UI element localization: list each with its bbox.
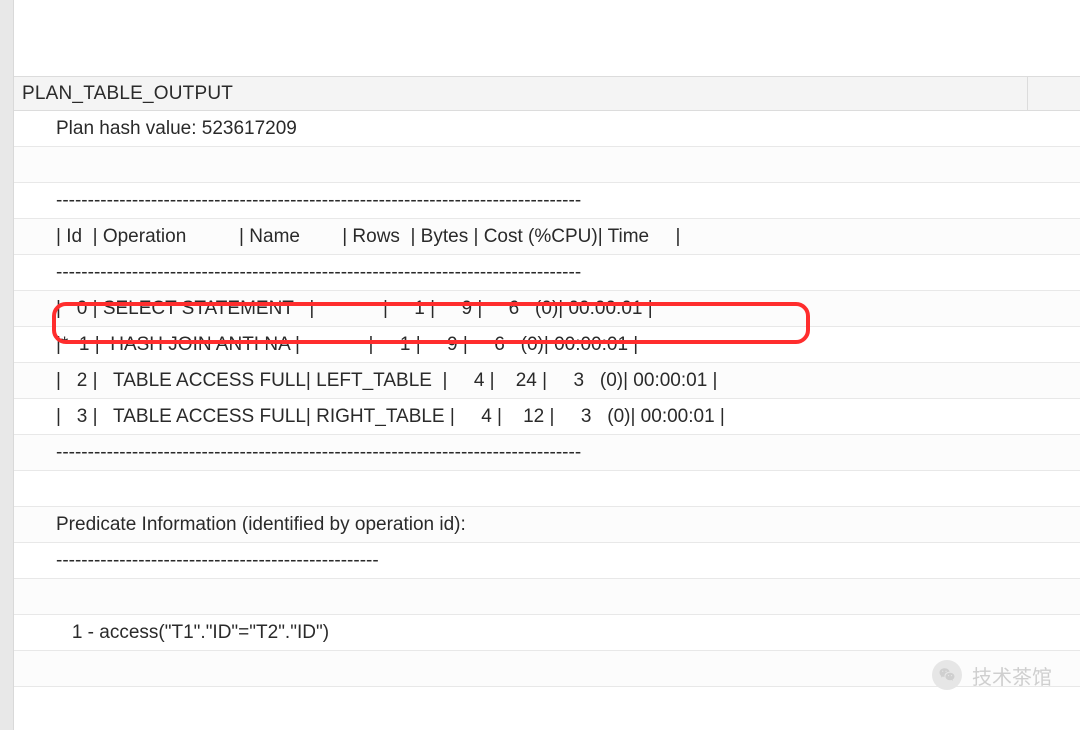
plan-row-predicate-header[interactable]: Predicate Information (identified by ope…	[14, 507, 1080, 543]
plan-row-predicate[interactable]: 1 - access("T1"."ID"="T2"."ID")	[14, 615, 1080, 651]
plan-text: ----------------------------------------…	[56, 550, 379, 572]
watermark-text: 技术茶馆	[972, 661, 1052, 690]
plan-text: 1 - access("T1"."ID"="T2"."ID")	[56, 622, 329, 644]
plan-text: ----------------------------------------…	[56, 262, 581, 284]
plan-row-blank[interactable]: .	[14, 471, 1080, 507]
plan-text: ----------------------------------------…	[56, 442, 581, 464]
plan-row-predicate-divider[interactable]: ----------------------------------------…	[14, 543, 1080, 579]
plan-text: Plan hash value: 523617209	[56, 118, 297, 140]
plan-text: | 3 | TABLE ACCESS FULL| RIGHT_TABLE | 4…	[56, 406, 725, 428]
plan-output-panel: PLAN_TABLE_OUTPUT Plan hash value: 52361…	[0, 0, 1080, 730]
wechat-icon-svg	[938, 666, 956, 684]
plan-text: | 2 | TABLE ACCESS FULL| LEFT_TABLE | 4 …	[56, 370, 717, 392]
plan-row-hash[interactable]: Plan hash value: 523617209	[14, 111, 1080, 147]
plan-row-data[interactable]: | 3 | TABLE ACCESS FULL| RIGHT_TABLE | 4…	[14, 399, 1080, 435]
plan-row-divider[interactable]: ----------------------------------------…	[14, 183, 1080, 219]
plan-row-blank[interactable]: .	[14, 147, 1080, 183]
plan-row-data-highlighted[interactable]: |* 1 | HASH JOIN ANTI NA | | 1 | 9 | 6 (…	[14, 327, 1080, 363]
column-header-label: PLAN_TABLE_OUTPUT	[22, 83, 233, 105]
plan-row-divider[interactable]: ----------------------------------------…	[14, 435, 1080, 471]
plan-text: | Id | Operation | Name | Rows | Bytes |…	[56, 226, 680, 248]
plan-row-data[interactable]: | 0 | SELECT STATEMENT | | 1 | 9 | 6 (0)…	[14, 291, 1080, 327]
plan-text: ----------------------------------------…	[56, 190, 581, 212]
table-header-row: PLAN_TABLE_OUTPUT	[14, 77, 1080, 111]
plan-text: Predicate Information (identified by ope…	[56, 514, 466, 536]
content-area: PLAN_TABLE_OUTPUT Plan hash value: 52361…	[14, 0, 1080, 730]
left-gutter	[0, 0, 14, 730]
plan-row-divider[interactable]: ----------------------------------------…	[14, 255, 1080, 291]
watermark: 技术茶馆	[932, 660, 1052, 690]
wechat-icon	[932, 660, 962, 690]
header-scroll-spacer	[1028, 77, 1080, 110]
plan-row-columns[interactable]: | Id | Operation | Name | Rows | Bytes |…	[14, 219, 1080, 255]
column-header-plan-table-output[interactable]: PLAN_TABLE_OUTPUT	[14, 77, 1028, 110]
plan-rows: Plan hash value: 523617209 . -----------…	[14, 111, 1080, 687]
plan-row-blank[interactable]: .	[14, 651, 1080, 687]
plan-text: | 0 | SELECT STATEMENT | | 1 | 9 | 6 (0)…	[56, 298, 653, 320]
plan-row-data[interactable]: | 2 | TABLE ACCESS FULL| LEFT_TABLE | 4 …	[14, 363, 1080, 399]
plan-row-blank[interactable]: .	[14, 579, 1080, 615]
plan-text: |* 1 | HASH JOIN ANTI NA | | 1 | 9 | 6 (…	[56, 334, 638, 356]
